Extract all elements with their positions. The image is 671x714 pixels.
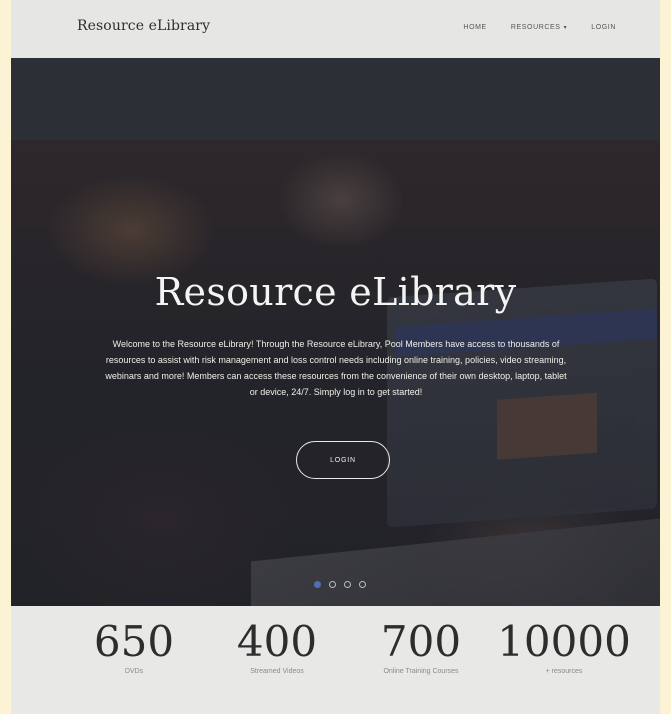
- stat-label: + resources: [545, 668, 583, 675]
- stat-number: 10000: [497, 617, 631, 666]
- page-frame: Resource eLibrary HOME RESOURCES ▾ LOGIN: [11, 0, 660, 714]
- stat-number: 400: [236, 617, 318, 666]
- carousel-indicators: [314, 581, 366, 588]
- nav-home-label: HOME: [463, 24, 487, 31]
- stat-label: Streamed Videos: [250, 668, 304, 675]
- stats-section: 650 DVDs 400 Streamed Videos 700 Online …: [11, 606, 660, 714]
- brand-logo[interactable]: Resource eLibrary: [77, 18, 210, 34]
- nav-login-label: LOGIN: [591, 24, 616, 31]
- stat-label: Online Training Courses: [383, 668, 459, 675]
- nav-links: HOME RESOURCES ▾ LOGIN: [463, 24, 616, 31]
- nav-login[interactable]: LOGIN: [591, 24, 616, 31]
- stat-resources: 10000 + resources: [489, 616, 639, 675]
- stat-streamed-videos: 400 Streamed Videos: [202, 616, 352, 675]
- carousel-dot-3[interactable]: [344, 581, 351, 588]
- hero-title: Resource eLibrary: [154, 270, 517, 314]
- navbar: Resource eLibrary HOME RESOURCES ▾ LOGIN: [11, 0, 660, 58]
- stat-online-training: 700 Online Training Courses: [346, 616, 496, 675]
- nav-resources-label: RESOURCES: [510, 24, 561, 31]
- hero-carousel: Resource eLibrary Welcome to the Resourc…: [11, 58, 660, 606]
- carousel-dot-2[interactable]: [329, 581, 336, 588]
- stat-number: 650: [93, 617, 175, 666]
- hero-login-button[interactable]: LOGIN: [296, 441, 390, 479]
- stat-dvds: 650 DVDs: [59, 616, 209, 675]
- chevron-down-icon: ▾: [563, 25, 568, 31]
- stat-label: DVDs: [124, 668, 144, 675]
- carousel-dot-4[interactable]: [359, 581, 366, 588]
- stat-number: 700: [380, 617, 462, 666]
- nav-resources-dropdown[interactable]: RESOURCES ▾: [511, 24, 567, 31]
- carousel-dot-1[interactable]: [314, 581, 321, 588]
- nav-home[interactable]: HOME: [463, 24, 486, 31]
- hero-description: Welcome to the Resource eLibrary! Throug…: [105, 339, 567, 397]
- hero-content: Resource eLibrary Welcome to the Resourc…: [11, 58, 660, 606]
